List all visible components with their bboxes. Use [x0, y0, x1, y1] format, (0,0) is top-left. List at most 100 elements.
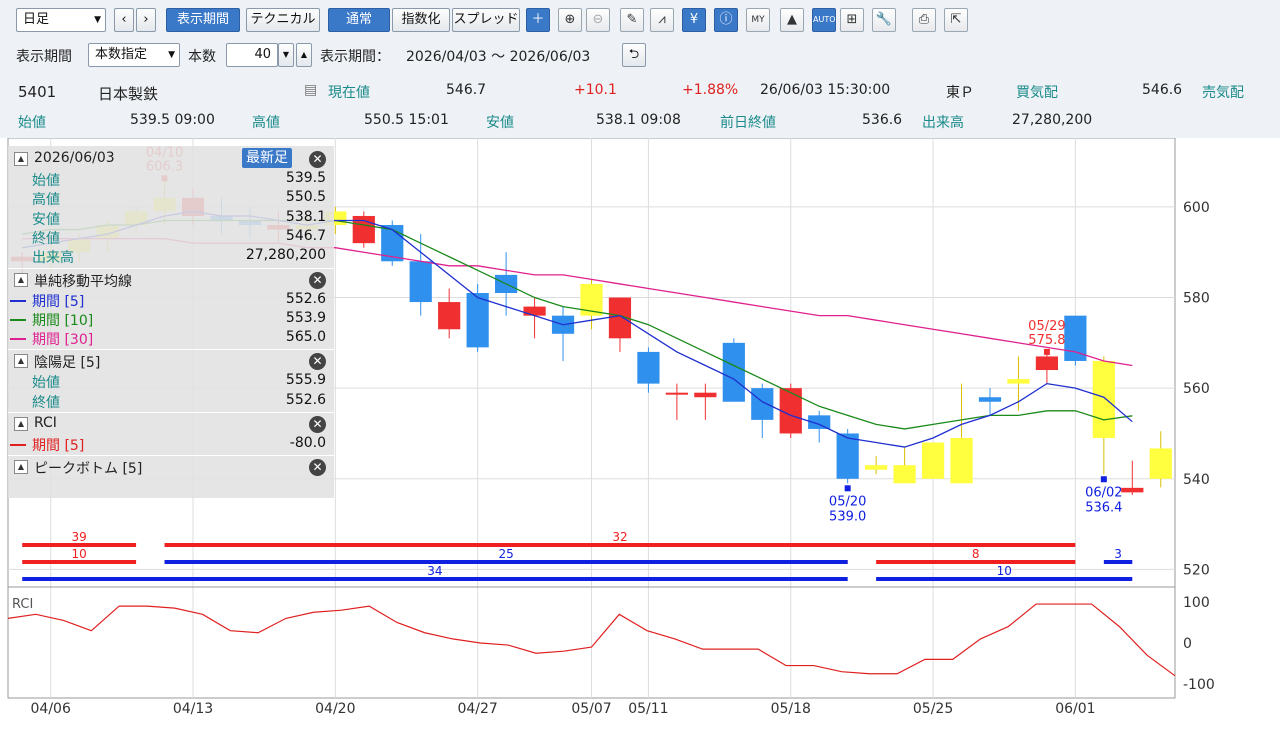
bottom-marker — [1100, 476, 1107, 483]
auto-fit-icon[interactable]: AUTO — [812, 8, 836, 32]
bid-label: 買気配 — [1016, 85, 1058, 101]
collapse-icon[interactable]: ▲ — [14, 272, 28, 287]
bottom-date: 05/20 — [829, 494, 866, 509]
price-tick: 540 — [1183, 472, 1210, 488]
close-icon[interactable]: ✕ — [309, 151, 326, 168]
panel-key: 終値 — [32, 394, 60, 411]
collapse-icon[interactable]: ▲ — [14, 354, 28, 369]
series-swatch — [10, 444, 26, 446]
peak-marker — [1043, 348, 1050, 355]
panel-value: 538.1 — [285, 208, 326, 225]
collapse-icon[interactable]: ▲ — [14, 417, 28, 431]
plus-icon[interactable]: ＋ — [526, 8, 550, 32]
candle — [893, 465, 916, 484]
range-value: 2026/04/03 〜 2026/06/03 — [406, 49, 591, 65]
section-title: ピークボトム [5] — [34, 461, 143, 478]
period-select-value: 日足 — [23, 12, 50, 27]
open-label: 始値 — [18, 115, 46, 131]
spread-button[interactable]: スプレッド — [452, 8, 520, 32]
collapse-icon[interactable]: ▲ — [14, 152, 28, 166]
prev-button[interactable]: ‹ — [114, 8, 134, 32]
prev-close-label: 前日終値 — [720, 115, 776, 131]
range-label: 表示期間： — [320, 49, 390, 65]
candle — [779, 388, 802, 434]
count-label: 本数 — [188, 49, 216, 65]
bid-value: 546.6 — [1142, 82, 1183, 98]
series-swatch — [10, 299, 26, 302]
data-window: ▲ 2026/06/03 最新足 ✕ 始値 539.5 高値 550.5 安値 538.1… — [8, 146, 334, 498]
candle — [694, 392, 717, 398]
section-title: 単純移動平均線 — [34, 273, 132, 290]
inyou-section: ▲ 陰陽足 [5] ✕ — [8, 350, 334, 372]
count-up-button[interactable]: ▲ — [296, 43, 312, 67]
tick-chart-icon[interactable]: ⊞ — [840, 8, 864, 32]
next-button[interactable]: › — [136, 8, 156, 32]
panel-key: 期間 [5] — [32, 293, 85, 310]
index-button[interactable]: 指数化 — [392, 8, 450, 32]
panel-value: 550.5 — [285, 189, 326, 206]
chart-compare-icon[interactable]: ⩘ — [650, 8, 674, 32]
trend-red-label: 32 — [612, 530, 627, 544]
print-icon[interactable]: ⎙ — [912, 8, 936, 32]
trend-red2-label: 10 — [72, 547, 87, 561]
peak-value: 575.8 — [1028, 333, 1065, 348]
section-title: RCI — [34, 415, 57, 431]
area-chart-icon[interactable]: ▲ — [780, 8, 804, 32]
close-icon[interactable]: ✕ — [309, 271, 326, 289]
peak-date: 05/29 — [1028, 319, 1065, 334]
change-value: +10.1 — [574, 82, 617, 98]
zoom-in-icon[interactable]: ⊕ — [558, 8, 582, 32]
candle — [466, 293, 489, 348]
reset-icon[interactable]: ⮌ — [622, 43, 646, 67]
trend-blue2-label: 34 — [427, 564, 442, 578]
change-pct: +1.88% — [682, 82, 739, 98]
collapse-icon[interactable]: ▲ — [14, 460, 28, 475]
quote-datetime: 26/06/03 15:30:00 — [760, 82, 891, 98]
period-select[interactable]: 日足 ▼ — [16, 8, 106, 32]
rci-section: ▲ RCI ✕ — [8, 413, 334, 435]
current-label: 現在値 — [328, 85, 370, 101]
ohlc-row: 高値 550.5 — [8, 189, 334, 208]
ohlc-row: 終値 546.7 — [8, 228, 334, 247]
sma-row: 期間 [10] 553.9 — [8, 310, 334, 329]
zoom-out-icon[interactable]: ⊖ — [586, 8, 610, 32]
panel-value: 565.0 — [285, 329, 326, 346]
my-chart-icon[interactable]: MY — [746, 8, 770, 32]
ohlc-row: 始値 539.5 — [8, 170, 334, 189]
low-value: 538.1 09:08 — [596, 112, 681, 128]
date-tick: 04/20 — [315, 701, 355, 717]
panel-value: 555.9 — [285, 372, 326, 389]
wrench-icon[interactable]: 🔧 — [872, 8, 896, 32]
close-icon[interactable]: ✕ — [309, 459, 326, 477]
count-down-button[interactable]: ▼ — [278, 43, 294, 67]
close-icon[interactable]: ✕ — [309, 416, 326, 433]
panel-key: 期間 [30] — [32, 332, 94, 349]
display-period-button[interactable]: 表示期間 — [166, 8, 240, 32]
date-tick: 05/18 — [771, 701, 811, 717]
date-tick: 05/11 — [628, 701, 668, 717]
current-value: 546.7 — [446, 82, 487, 98]
mode-select[interactable]: 本数指定 ▼ — [88, 43, 180, 67]
mode-value: 本数指定 — [95, 47, 148, 62]
latest-button[interactable]: 最新足 — [242, 148, 292, 168]
pencil-icon[interactable]: ✎ — [620, 8, 644, 32]
normal-button[interactable]: 通常 — [328, 8, 390, 32]
price-tick: 600 — [1183, 200, 1210, 216]
candle — [409, 261, 432, 303]
panel-value: 552.6 — [285, 290, 326, 307]
volume-label: 出来高 — [922, 115, 964, 131]
panel-value: 552.6 — [285, 391, 326, 408]
panel-key: 期間 [10] — [32, 312, 94, 329]
quote-board: 5401 日本製鉄 ▤ 現在値 546.7 +10.1 +1.88% 26/06… — [0, 70, 1280, 138]
export-icon[interactable]: ⇱ — [944, 8, 968, 32]
stock-name: 日本製鉄 — [98, 85, 159, 103]
document-icon[interactable]: ▤ — [304, 82, 317, 98]
close-icon[interactable]: ✕ — [309, 353, 326, 371]
yen-icon[interactable]: ¥ — [682, 8, 706, 32]
technical-button[interactable]: テクニカル — [246, 8, 320, 32]
panel-value: 27,280,200 — [245, 247, 326, 264]
info-icon[interactable]: ⓘ — [714, 8, 738, 32]
count-input[interactable]: 40 — [226, 43, 278, 67]
trend-blue-label: 25 — [498, 547, 513, 561]
candle — [438, 302, 461, 330]
